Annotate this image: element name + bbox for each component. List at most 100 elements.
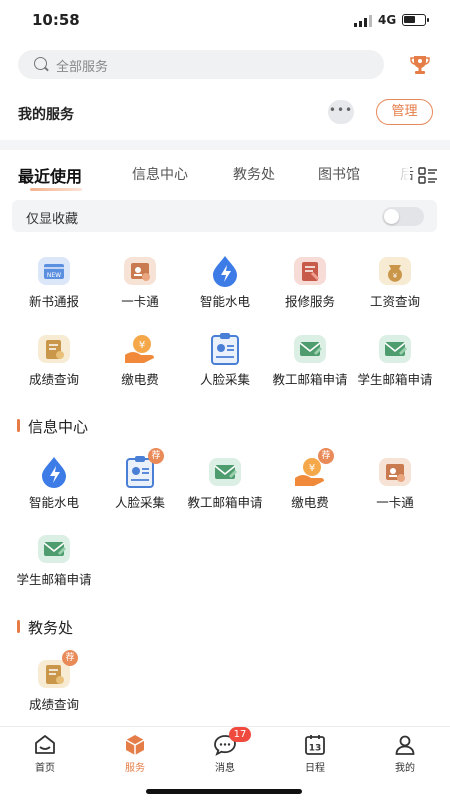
- svg-text:¥: ¥: [139, 340, 145, 351]
- service-staff-mail[interactable]: 教工邮箱申请: [265, 331, 355, 387]
- repair-service-icon: [292, 253, 328, 289]
- nav-service[interactable]: 服务: [105, 733, 165, 774]
- service-label: 智能水电: [199, 294, 250, 309]
- status-time: 10:58: [32, 11, 80, 29]
- calendar-day: 13: [309, 744, 322, 754]
- tab-recent[interactable]: 最近使用: [18, 163, 82, 187]
- favorites-filter: 仅显收藏: [12, 200, 437, 232]
- pay-electricity-icon: ¥: [122, 331, 158, 367]
- search-bar[interactable]: 全部服务: [18, 50, 384, 79]
- grade-query-icon: 荐: [36, 650, 78, 692]
- recommended-badge: 荐: [318, 448, 334, 464]
- nav-label: 我的: [395, 763, 415, 774]
- svg-text:¥: ¥: [309, 463, 315, 474]
- service-grade-query[interactable]: 成绩查询: [9, 331, 99, 387]
- service-label: 一卡通: [376, 495, 414, 510]
- salary-query-icon: ¥: [377, 253, 413, 289]
- calendar-icon: 13: [303, 733, 327, 757]
- face-capture-icon: 荐: [122, 448, 164, 490]
- svg-text:NEW: NEW: [47, 272, 61, 279]
- campus-card-icon: [377, 454, 413, 490]
- nav-home[interactable]: 首页: [15, 733, 75, 774]
- status-bar: 10:58 4G: [0, 0, 450, 40]
- campus-card-icon: [122, 253, 158, 289]
- service-label: 学生邮箱申请: [357, 372, 433, 387]
- signal-icon: [354, 15, 372, 27]
- nav-schedule[interactable]: 13 日程: [285, 733, 345, 774]
- home-indicator: [146, 789, 302, 794]
- service-staff-mail[interactable]: 教工邮箱申请: [180, 454, 270, 510]
- section-title-text: 教务处: [28, 619, 74, 637]
- service-label: 缴电费: [291, 495, 329, 510]
- service-campus-card[interactable]: 一卡通: [350, 454, 440, 510]
- student-mail-icon: [377, 331, 413, 367]
- favorites-only-label: 仅显收藏: [26, 212, 79, 227]
- tab-fade: [380, 150, 410, 194]
- nav-label: 日程: [305, 763, 325, 774]
- section-title-text: 信息中心: [28, 418, 89, 436]
- service-pay-electricity[interactable]: ¥ 缴电费: [95, 331, 185, 387]
- service-label: 学生邮箱申请: [16, 572, 92, 587]
- service-label: 缴电费: [121, 372, 159, 387]
- service-label: 教工邮箱申请: [272, 372, 348, 387]
- svg-text:¥: ¥: [393, 272, 398, 280]
- smart-utility-icon: [36, 454, 72, 490]
- service-campus-card[interactable]: 一卡通: [95, 253, 185, 309]
- tab-academic-affairs[interactable]: 教务处: [233, 164, 275, 184]
- search-icon: [34, 57, 47, 70]
- service-student-mail[interactable]: 学生邮箱申请: [350, 331, 440, 387]
- battery-icon: [402, 14, 429, 26]
- service-label: 报修服务: [284, 294, 335, 309]
- service-label: 教工邮箱申请: [187, 495, 263, 510]
- trophy-icon[interactable]: [410, 54, 430, 76]
- manage-button[interactable]: 管理: [376, 99, 433, 125]
- service-label: 成绩查询: [28, 697, 79, 712]
- smart-utility-icon: [207, 253, 243, 289]
- tab-active-indicator: [30, 188, 82, 191]
- pay-electricity-icon: ¥ 荐: [292, 448, 334, 490]
- section-title-academic-affairs: 教务处: [16, 617, 74, 638]
- home-icon: [33, 733, 57, 757]
- nav-messages[interactable]: 17 消息: [195, 727, 255, 774]
- my-services-title: 我的服务: [18, 107, 74, 123]
- service-face-capture[interactable]: 人脸采集: [180, 331, 270, 387]
- more-button[interactable]: •••: [328, 100, 354, 124]
- profile-icon: [393, 733, 417, 757]
- section-title-info-center: 信息中心: [16, 416, 89, 437]
- service-new-book[interactable]: NEW 新书通报: [9, 253, 99, 309]
- service-face-capture[interactable]: 荐 人脸采集: [95, 448, 185, 510]
- list-view-icon[interactable]: [418, 167, 438, 185]
- nav-label: 首页: [35, 763, 55, 774]
- tab-library[interactable]: 图书馆: [318, 164, 360, 184]
- service-content: 最近使用 信息中心 教务处 图书馆 后 仅显收藏 NEW 新书通报 一卡通 智能…: [0, 150, 450, 726]
- recommended-badge: 荐: [148, 448, 164, 464]
- service-repair[interactable]: 报修服务: [265, 253, 355, 309]
- recommended-badge: 荐: [62, 650, 78, 666]
- service-pay-electricity[interactable]: ¥ 荐 缴电费: [265, 448, 355, 510]
- student-mail-icon: [36, 531, 72, 567]
- grade-query-icon: [36, 331, 72, 367]
- service-cube-icon: [123, 733, 147, 757]
- header: 全部服务 我的服务 ••• 管理: [0, 40, 450, 140]
- message-icon: 17: [213, 727, 251, 757]
- service-smart-utility[interactable]: 智能水电: [9, 454, 99, 510]
- bottom-navigation: 首页 服务 17 消息 13 日程 我的: [0, 726, 450, 800]
- service-label: 一卡通: [121, 294, 159, 309]
- service-label: 新书通报: [28, 294, 79, 309]
- message-count-badge: 17: [229, 727, 251, 742]
- service-smart-utility[interactable]: 智能水电: [180, 253, 270, 309]
- service-salary[interactable]: ¥ 工资查询: [350, 253, 440, 309]
- search-placeholder: 全部服务: [56, 60, 109, 75]
- category-tabs: 最近使用 信息中心 教务处 图书馆 后: [0, 150, 450, 196]
- tab-info-center[interactable]: 信息中心: [132, 164, 188, 184]
- service-label: 成绩查询: [28, 372, 79, 387]
- service-label: 智能水电: [28, 495, 79, 510]
- staff-mail-icon: [207, 454, 243, 490]
- service-student-mail[interactable]: 学生邮箱申请: [9, 531, 99, 587]
- network-type: 4G: [378, 13, 397, 27]
- nav-profile[interactable]: 我的: [375, 733, 435, 774]
- service-grade-query[interactable]: 荐 成绩查询: [9, 650, 99, 712]
- favorites-only-toggle[interactable]: [382, 207, 424, 226]
- face-capture-icon: [207, 331, 243, 367]
- service-label: 人脸采集: [199, 372, 250, 387]
